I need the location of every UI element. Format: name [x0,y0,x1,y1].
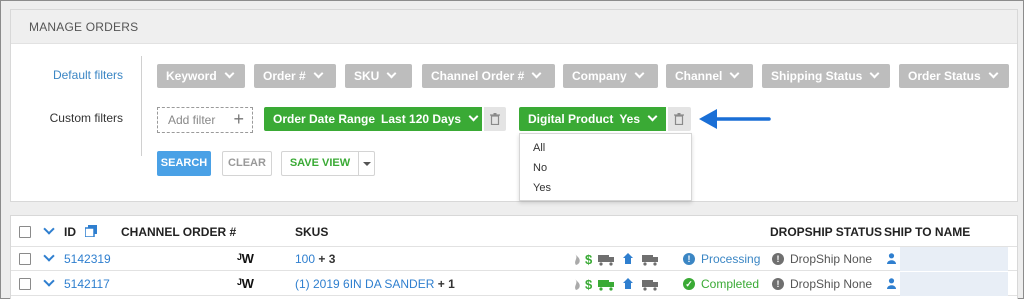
digital-product-value: Yes [619,112,641,126]
dropship-status: DropShip None [790,277,873,291]
chevron-down-icon [313,68,324,79]
table-row[interactable]: 5142319 ᴶW 100 + 3 $ ! Processing ! Drop… [11,247,1017,271]
info-icon: ! [683,253,695,265]
remove-order-date-range-button[interactable] [484,107,506,131]
channel-logo: ᴶW [237,276,254,291]
info-icon: ! [772,278,784,290]
trash-icon [674,113,684,125]
order-flag-icons: $ [575,277,658,291]
dropdown-option-no[interactable]: No [520,158,691,178]
order-id-link[interactable]: 5142319 [64,247,111,271]
save-view-dropdown-button[interactable] [358,151,375,176]
header-dropship-status[interactable]: DROPSHIP STATUS [770,220,882,244]
order-date-range-name: Order Date Range [273,112,376,126]
chevron-down-icon [869,68,880,79]
digital-product-filter[interactable]: Digital Product Yes [519,107,666,131]
sku-link[interactable]: 100 [295,252,315,266]
person-icon [887,278,896,289]
person-icon [887,253,896,264]
filter-sku-button[interactable]: SKU [345,64,412,88]
clear-button[interactable]: CLEAR [222,151,272,176]
filter-order-status-label: Order Status [908,69,981,83]
remove-digital-product-button[interactable] [668,107,691,131]
sku-cell: 100 + 3 [295,247,335,271]
select-all-checkbox[interactable] [19,226,31,238]
order-status: Processing [701,252,761,266]
digital-product-name: Digital Product [528,112,614,126]
order-id-link[interactable]: 5142117 [64,272,110,296]
plus-icon: + [233,109,244,129]
manage-orders-panel: MANAGE ORDERS Default filters Custom fil… [10,9,1018,202]
filter-shipping-status-button[interactable]: Shipping Status [762,64,890,88]
chevron-down-icon[interactable] [43,250,55,262]
filter-keyword-label: Keyword [166,69,217,83]
chevron-down-icon [647,111,658,122]
custom-filters-label: Custom filters [49,111,123,125]
chevron-down-icon [468,111,479,122]
redacted-ship-to-name [900,272,1008,296]
sku-cell: (1) 2019 6IN DA SANDER + 1 [295,272,455,296]
chevron-down-icon[interactable] [43,275,55,287]
info-icon: ! [772,253,784,265]
filter-order-number-button[interactable]: Order # [254,64,336,88]
filter-channel-label: Channel [675,69,723,83]
search-button[interactable]: SEARCH [157,151,211,176]
chevron-down-icon [386,68,397,79]
filter-channel-order-label: Channel Order # [431,69,525,83]
row-checkbox[interactable] [19,278,31,290]
filter-channel-order-button[interactable]: Channel Order # [422,64,555,88]
channel-logo: ᴶW [237,251,254,266]
screenshot-frame: MANAGE ORDERS Default filters Custom fil… [0,0,1024,299]
order-date-range-filter[interactable]: Order Date Range Last 120 Days [264,107,482,131]
default-filters-label: Default filters [52,68,123,82]
order-date-range-value: Last 120 Days [381,112,462,126]
header-skus[interactable]: SKUS [295,220,328,244]
svg-text:$: $ [585,277,593,291]
dropdown-option-all[interactable]: All [520,138,691,158]
filter-divider [141,56,142,156]
chevron-down-icon [988,68,999,79]
order-status: Completed [701,277,760,291]
arrow-annotation-icon [699,109,771,129]
chevron-down-icon [634,68,645,79]
chevron-down-icon [224,68,235,79]
filter-company-label: Company [572,69,627,83]
filter-shipping-status-label: Shipping Status [771,69,863,83]
filter-order-status-button[interactable]: Order Status [899,64,1009,88]
copy-icon[interactable] [85,225,97,237]
filter-company-button[interactable]: Company [563,64,658,88]
chevron-down-icon [531,68,542,79]
table-row[interactable]: 5142117 ᴶW (1) 2019 6IN DA SANDER + 1 $ … [11,272,1017,296]
filter-order-number-label: Order # [263,69,306,83]
chevron-down-icon[interactable] [43,223,55,235]
orders-table: ID CHANNEL ORDER # SKUS DROPSHIP STATUS … [10,215,1018,299]
header-id[interactable]: ID [64,220,76,244]
svg-text:$: $ [585,252,593,266]
row-checkbox[interactable] [19,253,31,265]
order-flag-icons: $ [575,252,658,266]
filter-keyword-button[interactable]: Keyword [157,64,245,88]
trash-icon [490,113,500,125]
header-ship-to-name[interactable]: SHIP TO NAME [884,220,970,244]
dropship-status: DropShip None [790,252,873,266]
header-channel-order[interactable]: CHANNEL ORDER # [121,220,236,244]
panel-title: MANAGE ORDERS [11,10,1017,44]
sku-extra: + 3 [318,252,336,266]
chevron-down-icon [729,68,740,79]
add-filter-label: Add filter [168,113,216,127]
sku-extra: + 1 [437,277,455,291]
digital-product-dropdown: All No Yes [519,133,692,201]
redacted-ship-to-name [900,247,1008,271]
filter-channel-button[interactable]: Channel [666,64,753,88]
add-filter-button[interactable]: Add filter + [157,107,253,133]
dropdown-option-yes[interactable]: Yes [520,178,691,198]
sku-link[interactable]: (1) 2019 6IN DA SANDER [295,277,434,291]
check-icon: ✓ [683,278,695,290]
save-view-button[interactable]: SAVE VIEW [281,151,359,176]
filter-sku-label: SKU [354,69,380,83]
table-header-row: ID CHANNEL ORDER # SKUS DROPSHIP STATUS … [11,220,1017,247]
